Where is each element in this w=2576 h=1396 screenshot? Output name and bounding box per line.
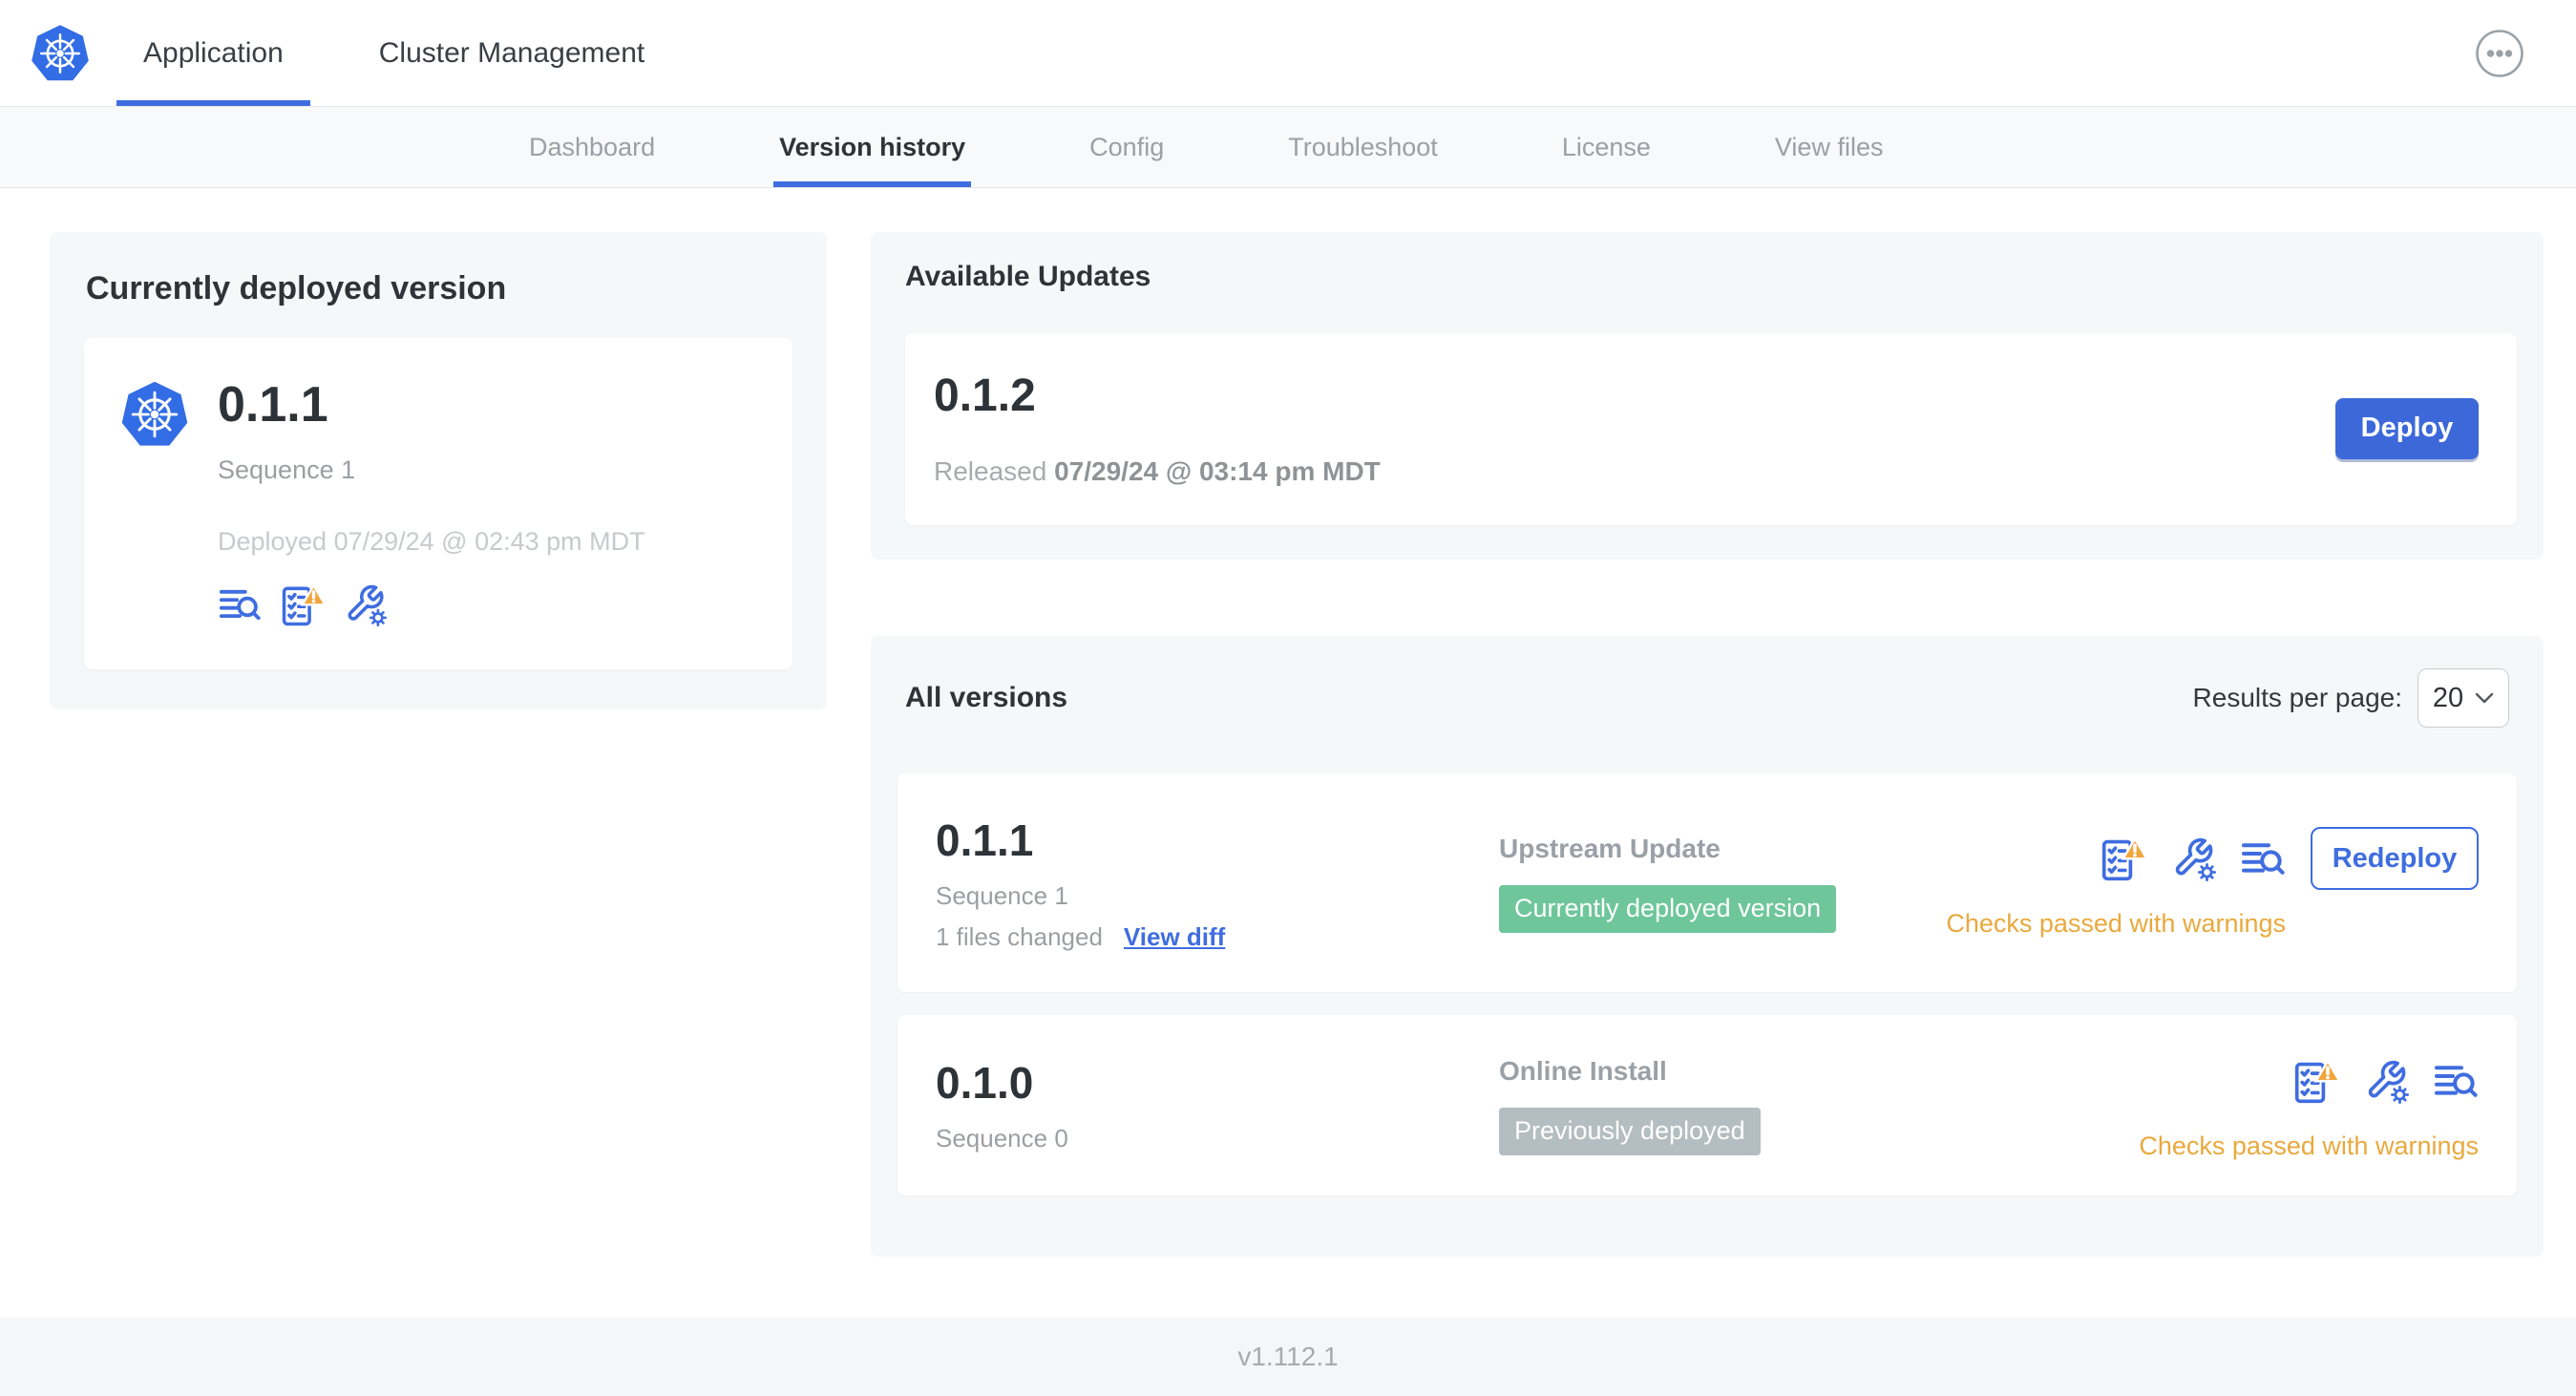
kubernetes-logo [23,22,97,85]
version-source-column: Online Install Previously deployed [1499,1056,2139,1155]
available-update-info: 0.1.2 Released 07/29/24 @ 03:14 pm MDT [934,370,1381,487]
wrench-gear-icon [2175,837,2216,881]
version-row-0-1-0: 0.1.0 Sequence 0 Online Install Previous… [897,1015,2517,1195]
lines-magnifier-icon [219,590,261,621]
checklist-warning-icon [2101,836,2148,881]
kubernetes-app-icon [121,381,188,446]
top-tabs: Application Cluster Management [116,0,671,106]
preflight-checks-button[interactable] [2099,836,2148,882]
view-diff-link[interactable]: View diff [1124,922,1225,952]
version-icons-column: Checks passed with warnings [1946,827,2286,939]
currently-deployed-card: Currently deployed version 0.1.1 Sequenc… [50,232,827,710]
version-action-icons [2291,1059,2479,1105]
checklist-warning-icon [282,583,327,626]
edit-config-button[interactable] [2364,1059,2410,1105]
available-updates-title: Available Updates [905,261,1151,292]
subnav-view-files[interactable]: View files [1775,107,1884,187]
subnav-version-history[interactable]: Version history [773,107,972,187]
deployed-version-number: 0.1.1 [218,377,328,433]
deploy-button[interactable]: Deploy [2335,397,2479,459]
kubernetes-wheel-icon [32,24,89,80]
subnav-troubleshoot[interactable]: Troubleshoot [1288,107,1438,187]
results-per-page: Results per page: 20 [2193,668,2509,728]
results-per-page-value: 20 [2432,682,2464,713]
all-versions-header: All versions Results per page: 20 [897,665,2517,728]
tab-cluster-management[interactable]: Cluster Management [352,0,671,106]
admin-console-page: Application Cluster Management Dashboard… [0,0,2576,1396]
deployed-timestamp: Deployed 07/29/24 @ 02:43 pm MDT [218,527,645,557]
released-timestamp: 07/29/24 @ 03:14 pm MDT [1054,456,1381,486]
deployed-sequence: Sequence 1 [218,455,356,485]
right-column: Available Updates 0.1.2 Released 07/29/2… [871,232,2544,1257]
ellipsis-circle-icon [2476,29,2523,77]
edit-config-button[interactable] [2171,836,2217,882]
page-footer: v1.112.1 [0,1318,2576,1396]
top-nav-bar: Application Cluster Management [0,0,2576,107]
currently-deployed-version-card: 0.1.1 Sequence 1 Deployed 07/29/24 @ 02:… [84,338,792,670]
available-updates-card: Available Updates 0.1.2 Released 07/29/2… [871,232,2544,560]
subnav-license[interactable]: License [1562,107,1651,187]
files-changed-text: 1 files changed [936,921,1103,951]
results-per-page-select[interactable]: 20 [2418,668,2509,728]
version-actions-column: Checks passed with warnings Redeploy [1946,827,2479,939]
preflight-checks-button[interactable] [2291,1059,2341,1105]
currently-deployed-badge: Currently deployed version [1499,884,1837,933]
released-prefix: Released [934,456,1047,486]
version-info-column: 0.1.0 Sequence 0 [936,1057,1499,1153]
all-versions-title: All versions [905,682,1068,713]
row-version-number: 0.1.0 [936,1058,1034,1108]
version-info-column: 0.1.1 Sequence 1 1 files changed View di… [936,814,1499,952]
update-released-line: Released 07/29/24 @ 03:14 pm MDT [934,456,1381,487]
main-content: Currently deployed version 0.1.1 Sequenc… [0,188,2576,1257]
more-options-button[interactable] [2475,29,2524,78]
preflight-status-link[interactable]: Checks passed with warnings [1946,909,2286,939]
currently-deployed-title: Currently deployed version [86,270,507,307]
row-sequence: Sequence 0 [936,1124,1068,1153]
preflight-status-link[interactable]: Checks passed with warnings [2139,1132,2479,1161]
version-action-icons [2099,836,2286,882]
version-icons-column: Checks passed with warnings [2139,1049,2479,1161]
version-source-label: Upstream Update [1499,833,1721,863]
view-logs-button[interactable] [2240,836,2286,882]
wrench-gear-icon [348,584,388,627]
checklist-warning-icon [2294,1059,2341,1104]
version-actions-column: Checks passed with warnings [2139,1049,2479,1161]
all-versions-card: All versions Results per page: 20 0.1.1 … [871,636,2544,1257]
deployed-version-info: 0.1.1 Sequence 1 Deployed 07/29/24 @ 02:… [218,377,645,627]
edit-config-button[interactable] [344,583,388,627]
version-row-0-1-1: 0.1.1 Sequence 1 1 files changed View di… [897,773,2517,992]
row-version-number: 0.1.1 [936,814,1034,865]
console-version: v1.112.1 [1237,1342,1339,1371]
view-logs-button[interactable] [218,583,262,627]
view-logs-button[interactable] [2433,1059,2479,1105]
subnav-config[interactable]: Config [1089,107,1164,187]
version-source-column: Upstream Update Currently deployed versi… [1499,834,1946,933]
chevron-down-icon [2475,692,2494,704]
files-changed-line: 1 files changed View diff [936,922,1499,952]
wrench-gear-icon [2368,1060,2409,1104]
lines-magnifier-icon [2435,1066,2478,1097]
results-per-page-label: Results per page: [2192,683,2402,712]
previously-deployed-badge: Previously deployed [1499,1107,1761,1155]
lines-magnifier-icon [2242,843,2285,875]
deployed-action-icons [218,583,645,627]
redeploy-button[interactable]: Redeploy [2311,827,2479,890]
update-version-number: 0.1.2 [934,370,1036,421]
app-sub-nav: Dashboard Version history Config Trouble… [0,107,2576,188]
preflight-checks-button[interactable] [279,583,327,627]
row-sequence: Sequence 1 [936,880,1068,910]
version-source-label: Online Install [1499,1055,1667,1086]
tab-application[interactable]: Application [116,0,310,106]
available-update-row: 0.1.2 Released 07/29/24 @ 03:14 pm MDT D… [905,333,2517,525]
subnav-dashboard[interactable]: Dashboard [529,107,655,187]
